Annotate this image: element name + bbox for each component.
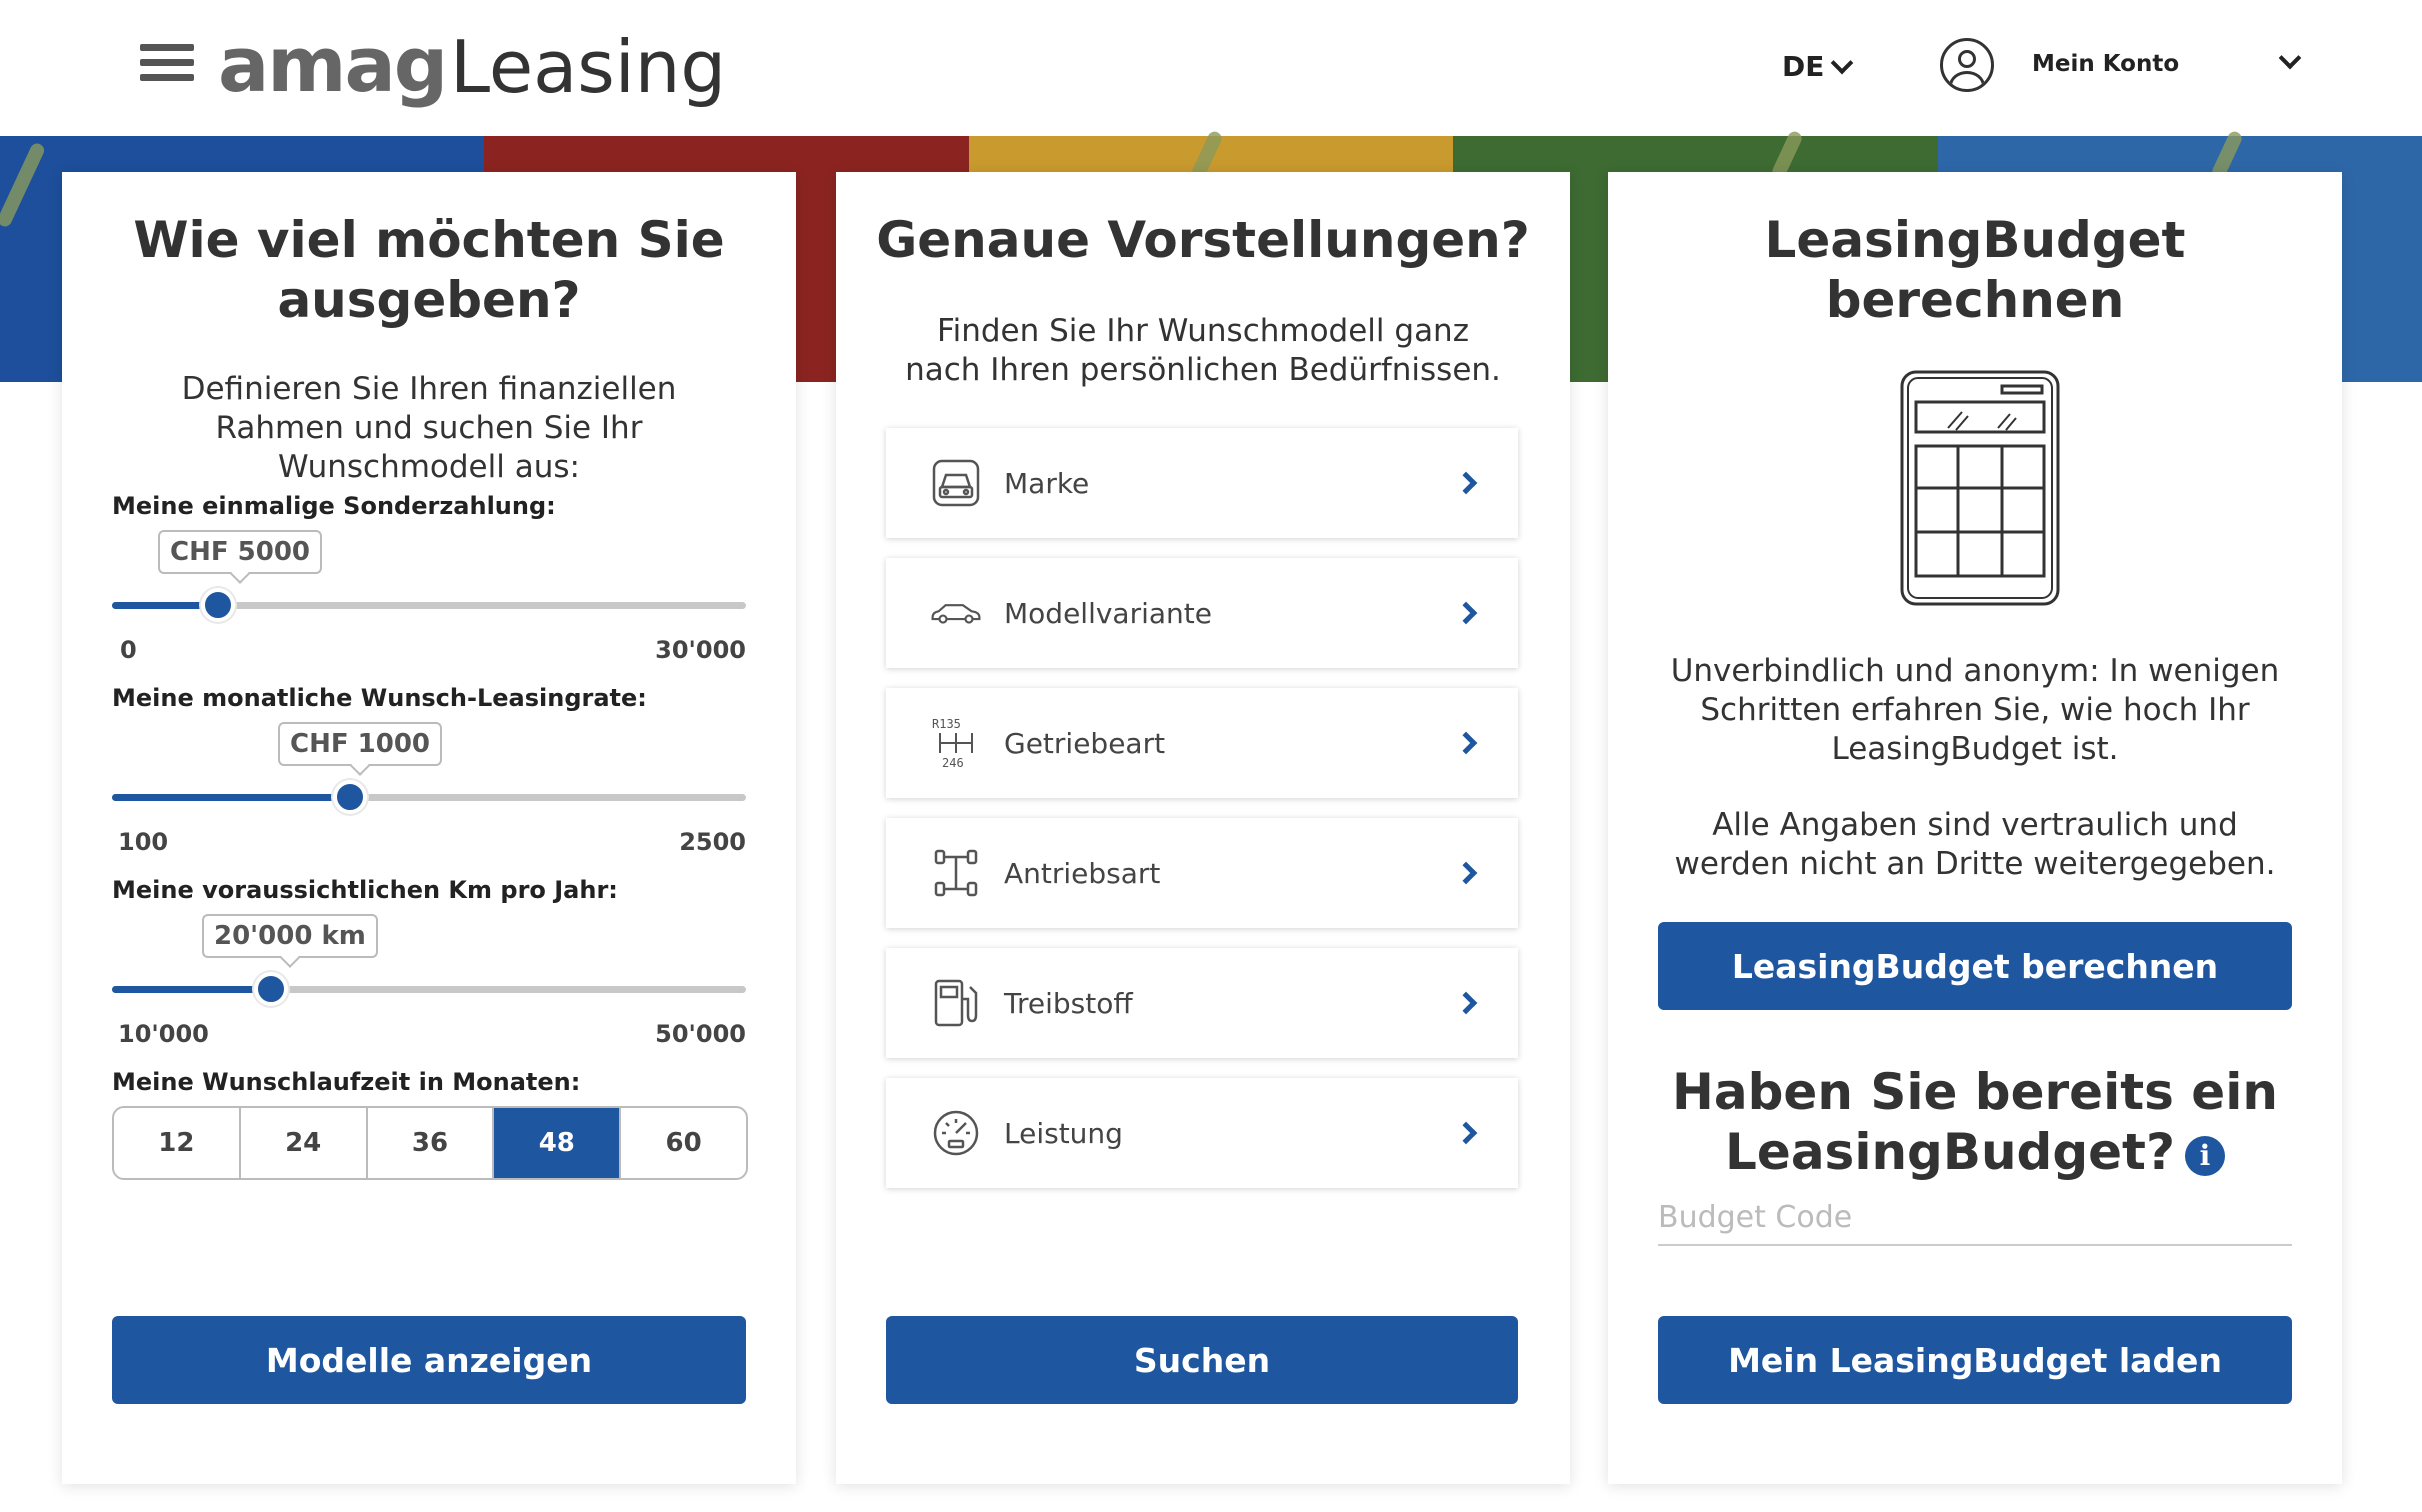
show-models-button[interactable]: Modelle anzeigen: [112, 1316, 746, 1404]
filter-label: Getriebeart: [1004, 726, 1166, 760]
leasing-card-text-1: Unverbindlich und anonym: In wenigen Sch…: [1670, 653, 2280, 767]
slider-fill: [112, 794, 350, 801]
km-per-year-slider[interactable]: [112, 972, 746, 1006]
budget-card-intro: Definieren Sie Ihren finanziellen Rahmen…: [181, 371, 677, 485]
calculate-budget-button[interactable]: LeasingBudget berechnen: [1658, 922, 2292, 1010]
monthly-rate-min: 100: [118, 828, 169, 856]
chevron-right-icon: [1454, 861, 1478, 885]
user-icon[interactable]: [1940, 38, 1994, 92]
filter-transmission[interactable]: R135 246 Getriebeart: [886, 688, 1518, 798]
top-header: amag Leasing DE Mein Konto: [0, 0, 2422, 136]
chevron-right-icon: [1454, 1121, 1478, 1145]
down-payment-slider[interactable]: [112, 588, 746, 622]
slider-thumb[interactable]: [253, 972, 288, 1006]
filter-power[interactable]: Leistung: [886, 1078, 1518, 1188]
gear-code-top: R135: [932, 717, 961, 731]
product-logo-text: Leasing: [450, 25, 727, 109]
filter-label: Leistung: [1004, 1116, 1123, 1150]
drivetrain-icon: [930, 847, 982, 899]
search-card-title: Genaue Vorstellungen?: [876, 211, 1530, 269]
slider-fill: [112, 986, 271, 993]
down-payment-label: Meine einmalige Sonderzahlung:: [112, 492, 556, 520]
budget-card: Wie viel möchten Sie ausgeben? Definiere…: [62, 172, 796, 1484]
search-card: Genaue Vorstellungen? Finden Sie Ihr Wun…: [836, 172, 1570, 1484]
leasing-card-title: LeasingBudget berechnen: [1764, 211, 2186, 329]
filter-drivetrain[interactable]: Antriebsart: [886, 818, 1518, 928]
chevron-right-icon: [1454, 471, 1478, 495]
term-option-48[interactable]: 48: [494, 1108, 622, 1178]
monthly-rate-slider[interactable]: [112, 780, 746, 814]
chevron-right-icon: [1454, 991, 1478, 1015]
km-per-year-min: 10'000: [118, 1020, 209, 1048]
slider-thumb[interactable]: [200, 588, 235, 622]
chevron-down-icon: [1831, 51, 1854, 74]
account-chevron-down-icon[interactable]: [2278, 46, 2302, 70]
monthly-rate-value: CHF 1000: [278, 722, 443, 766]
calculator-illustration-icon: [1898, 368, 2062, 608]
slider-thumb[interactable]: [332, 780, 367, 814]
term-months-label: Meine Wunschlaufzeit in Monaten:: [112, 1068, 581, 1096]
monthly-rate-max: 2500: [679, 828, 746, 856]
filter-label: Modellvariante: [1004, 596, 1212, 630]
budget-code-input[interactable]: [1658, 1190, 2292, 1246]
down-payment-min: 0: [120, 636, 137, 664]
filter-label: Marke: [1004, 466, 1090, 500]
account-menu-label[interactable]: Mein Konto: [2032, 51, 2179, 77]
term-option-24[interactable]: 24: [241, 1108, 368, 1178]
car-side-icon: [930, 587, 982, 639]
budget-card-title: Wie viel möchten Sie ausgeben?: [133, 211, 725, 329]
km-per-year-label: Meine voraussichtlichen Km pro Jahr:: [112, 876, 618, 904]
km-per-year-value: 20'000 km: [202, 914, 378, 958]
term-option-36[interactable]: 36: [368, 1108, 495, 1178]
gear-code-bottom: 246: [942, 756, 964, 769]
monthly-rate-label: Meine monatliche Wunsch-Leasingrate:: [112, 684, 647, 712]
language-selector[interactable]: DE: [1782, 50, 1854, 83]
language-label: DE: [1782, 50, 1825, 83]
fuel-pump-icon: [930, 977, 982, 1029]
filter-label: Treibstoff: [1004, 986, 1133, 1020]
term-option-60[interactable]: 60: [621, 1108, 746, 1178]
filter-model-variant[interactable]: Modellvariante: [886, 558, 1518, 668]
km-per-year-max: 50'000: [655, 1020, 746, 1048]
term-option-12[interactable]: 12: [114, 1108, 241, 1178]
gearshift-icon: R135 246: [930, 717, 982, 769]
leasing-card-text-2: Alle Angaben sind vertraulich und werden…: [1674, 807, 2276, 882]
speedometer-icon: [930, 1107, 982, 1159]
info-icon[interactable]: i: [2184, 1135, 2225, 1176]
car-front-icon: [930, 457, 982, 509]
chevron-right-icon: [1454, 601, 1478, 625]
load-budget-button[interactable]: Mein LeasingBudget laden: [1658, 1316, 2292, 1404]
search-button[interactable]: Suchen: [886, 1316, 1518, 1404]
brand-logo[interactable]: amag: [218, 20, 448, 110]
filter-fuel[interactable]: Treibstoff: [886, 948, 1518, 1058]
leasing-budget-card: LeasingBudget berechnen Unverbindlich un…: [1608, 172, 2342, 1484]
existing-budget-heading: Haben Sie bereits ein LeasingBudget? i: [1648, 1062, 2302, 1182]
filter-label: Antriebsart: [1004, 856, 1161, 890]
down-payment-max: 30'000: [655, 636, 746, 664]
search-card-intro: Finden Sie Ihr Wunschmodell ganz nach Ih…: [905, 313, 1501, 388]
chevron-right-icon: [1454, 731, 1478, 755]
term-months-selector: 12 24 36 48 60: [112, 1106, 748, 1180]
filter-brand[interactable]: Marke: [886, 428, 1518, 538]
menu-icon[interactable]: [140, 40, 194, 86]
down-payment-value: CHF 5000: [158, 530, 323, 574]
